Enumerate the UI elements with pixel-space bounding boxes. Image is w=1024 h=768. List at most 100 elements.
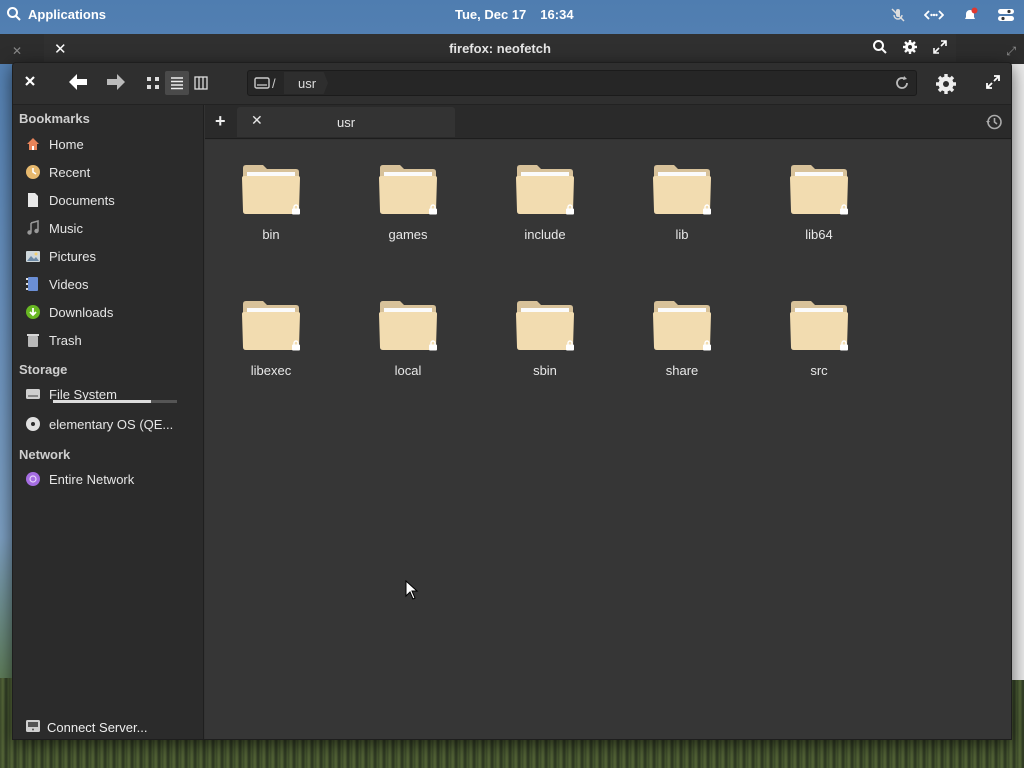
- path-crumb-usr[interactable]: usr: [284, 72, 329, 94]
- folder-item[interactable]: share: [632, 296, 732, 406]
- close-window-button[interactable]: [23, 74, 37, 88]
- arrow-right-icon: [107, 74, 125, 90]
- sidebar-item-music[interactable]: Music: [19, 215, 199, 241]
- maximize-icon: [986, 75, 1000, 89]
- gear-icon[interactable]: [902, 39, 918, 55]
- background-window-edge: [1010, 64, 1024, 680]
- folder-grid: bin games include lib lib64 libexec local sbin s…: [205, 140, 1011, 739]
- documents-icon: [25, 192, 41, 208]
- maximize-icon[interactable]: [932, 39, 948, 55]
- close-icon: [25, 76, 35, 86]
- folder-item[interactable]: include: [495, 160, 595, 270]
- path-root[interactable]: /: [272, 76, 276, 91]
- folder-item[interactable]: sbin: [495, 296, 595, 406]
- grid-view-button[interactable]: [141, 71, 165, 95]
- sidebar-item-trash[interactable]: Trash: [19, 327, 199, 353]
- search-icon[interactable]: [872, 39, 888, 55]
- folder-icon: [376, 296, 440, 352]
- view-switcher: [141, 71, 213, 95]
- clock[interactable]: Tue, Dec 17 16:34: [455, 7, 574, 22]
- applications-menu[interactable]: Applications: [6, 6, 106, 22]
- back-button[interactable]: [67, 72, 89, 92]
- column-view-button[interactable]: [189, 71, 213, 95]
- disc-icon: [25, 416, 41, 432]
- folder-item[interactable]: local: [358, 296, 458, 406]
- server-icon: [25, 718, 41, 737]
- applications-label: Applications: [28, 6, 107, 22]
- mic-muted-icon[interactable]: [888, 5, 908, 25]
- tab-usr[interactable]: ✕ usr: [237, 107, 455, 137]
- sidebar-item-documents[interactable]: Documents: [19, 187, 199, 213]
- folder-item[interactable]: bin: [221, 160, 321, 270]
- network-wired-icon[interactable]: [924, 5, 944, 25]
- date-label: Tue, Dec 17: [455, 7, 527, 22]
- sidebar-item-label: Videos: [49, 276, 89, 292]
- storage-header: Storage: [19, 362, 68, 377]
- sidebar-item-entire-network[interactable]: Entire Network: [19, 466, 199, 492]
- list-view-icon: [171, 77, 183, 90]
- lock-icon: [840, 204, 848, 215]
- grid-view-icon: [147, 77, 159, 89]
- sidebar-item-file-system[interactable]: File System: [19, 381, 199, 407]
- sidebar-item-pictures[interactable]: Pictures: [19, 243, 199, 269]
- top-panel: Applications Tue, Dec 17 16:34: [0, 0, 1024, 30]
- network-icon: [25, 471, 41, 487]
- folder-label: include: [524, 227, 566, 242]
- folder-item[interactable]: src: [769, 296, 869, 406]
- folder-item[interactable]: lib: [632, 160, 732, 270]
- connect-server-button[interactable]: Connect Server...: [19, 713, 199, 739]
- sidebar-item-label: Downloads: [49, 304, 114, 320]
- list-view-button[interactable]: [165, 71, 189, 95]
- forward-button[interactable]: [105, 72, 127, 92]
- sidebar-item-label: Documents: [49, 192, 115, 208]
- lock-icon: [840, 340, 848, 351]
- folder-icon: [787, 160, 851, 216]
- column-view-icon: [194, 76, 208, 90]
- path-bar[interactable]: / usr: [247, 70, 917, 96]
- sidebar-item-videos[interactable]: Videos: [19, 271, 199, 297]
- folder-label: libexec: [250, 363, 292, 378]
- recent-icon: [25, 164, 41, 180]
- sidebar-item-label: Home: [49, 136, 84, 152]
- time-label: 16:34: [540, 7, 574, 22]
- close-icon[interactable]: ✕: [12, 44, 22, 58]
- notifications-icon[interactable]: [960, 5, 980, 25]
- bookmarks-header: Bookmarks: [19, 111, 90, 126]
- folder-item[interactable]: lib64: [769, 160, 869, 270]
- folder-icon: [513, 160, 577, 216]
- sidebar-item-label: Recent: [49, 164, 91, 180]
- folder-icon: [787, 296, 851, 352]
- new-tab-button[interactable]: +: [215, 111, 226, 132]
- sidebar-item-recent[interactable]: Recent: [19, 159, 199, 185]
- system-settings-icon[interactable]: [996, 5, 1016, 25]
- sidebar-item-downloads[interactable]: Downloads: [19, 299, 199, 325]
- sidebar-item-home[interactable]: Home: [19, 131, 199, 157]
- reload-button[interactable]: [894, 75, 910, 94]
- background-window-titlebar[interactable]: ✕ firefox: neofetch: [44, 34, 956, 64]
- folder-item[interactable]: libexec: [221, 296, 321, 406]
- sidebar-item-label: Music: [49, 220, 83, 236]
- folder-label: bin: [262, 227, 280, 242]
- folder-icon: [376, 160, 440, 216]
- network-header: Network: [19, 447, 71, 462]
- sidebar-item-elementary-os[interactable]: elementary OS (QE...: [19, 411, 199, 437]
- closed-tabs-button[interactable]: [985, 113, 1003, 136]
- mouse-cursor: [405, 579, 419, 605]
- lock-icon: [566, 340, 574, 351]
- lock-icon: [292, 340, 300, 351]
- drive-icon[interactable]: [254, 75, 270, 94]
- folder-label: src: [810, 363, 828, 378]
- folder-item[interactable]: games: [358, 160, 458, 270]
- folder-icon: [650, 296, 714, 352]
- maximize-icon[interactable]: ⤢: [1006, 44, 1016, 59]
- disk-usage-bar: [53, 400, 177, 403]
- folder-label: share: [665, 363, 699, 378]
- lock-icon: [292, 204, 300, 215]
- sidebar: Bookmarks Home Recent Documents Music Pi…: [13, 105, 204, 739]
- gear-icon: [936, 74, 956, 94]
- home-icon: [25, 136, 41, 152]
- arrow-left-icon: [69, 74, 87, 90]
- maximize-button[interactable]: [985, 74, 1001, 90]
- menu-button[interactable]: [934, 72, 958, 96]
- folder-label: lib: [675, 227, 689, 242]
